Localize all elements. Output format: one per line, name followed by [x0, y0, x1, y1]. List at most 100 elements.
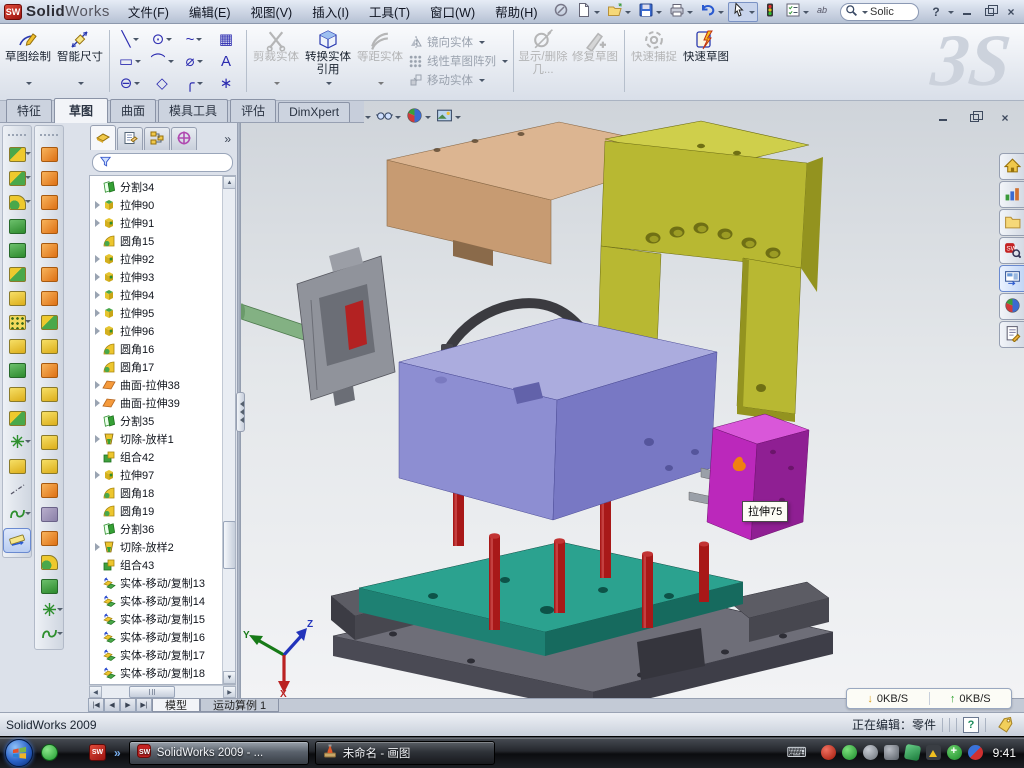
reference-plane-button[interactable] — [4, 456, 30, 477]
slot-tool-button[interactable]: ⊖ — [115, 72, 145, 94]
new-document-button[interactable] — [573, 2, 603, 22]
select-dropdown-arrow[interactable] — [749, 11, 755, 17]
line-dropdown-arrow[interactable] — [133, 38, 139, 44]
measure-button[interactable] — [3, 528, 31, 553]
tree-item[interactable]: 实体-移动/复制13 — [90, 574, 222, 592]
arc-tool-button[interactable]: ⌒ — [147, 50, 177, 72]
tree-item[interactable]: 切除-放样1 — [90, 430, 222, 448]
view-palette-tab[interactable] — [999, 265, 1024, 292]
scroll-left-button[interactable]: ◀ — [89, 686, 102, 698]
sketch-fillet-tool-button[interactable]: ╭ — [179, 72, 209, 94]
tab-曲面[interactable]: 曲面 — [110, 99, 156, 122]
tab-特征[interactable]: 特征 — [6, 99, 52, 122]
blocked-tray-icon[interactable] — [968, 745, 983, 760]
sketch-button[interactable]: 草图绘制 — [2, 26, 54, 96]
tree-item[interactable]: 拉伸95 — [90, 304, 222, 322]
task-button-2[interactable]: 未命名 - 画图 — [315, 741, 495, 765]
menu-item-4[interactable]: 插入(I) — [302, 0, 359, 23]
scroll-up-button[interactable]: ▲ — [223, 176, 236, 189]
move-copy-body-button[interactable] — [4, 408, 30, 429]
tree-item[interactable]: 曲面-拉伸39 — [90, 394, 222, 412]
tree-item[interactable]: 圆角17 — [90, 358, 222, 376]
expand-arrow[interactable] — [93, 309, 102, 317]
slot-dropdown-arrow[interactable] — [134, 82, 140, 88]
open-button[interactable] — [604, 2, 634, 22]
hide-show-items-dropdown-arrow[interactable] — [395, 116, 401, 122]
lofted-surface-button[interactable] — [36, 216, 62, 237]
replace-face-button[interactable] — [36, 408, 62, 429]
app-restore-button[interactable] — [980, 4, 998, 19]
extruded-boss-base-dropdown-arrow[interactable] — [25, 152, 31, 158]
untrim-surface-button[interactable] — [36, 456, 62, 477]
tree-item[interactable]: 分割34 — [90, 178, 222, 196]
menu-item-6[interactable]: 窗口(W) — [420, 0, 485, 23]
file-explorer-tab[interactable] — [999, 209, 1024, 236]
expand-arrow[interactable] — [93, 255, 102, 263]
sketch-dropdown[interactable] — [26, 82, 32, 88]
model-tab-运动算例 1[interactable]: 运动算例 1 — [200, 699, 279, 712]
task-button-1[interactable]: SWSolidWorks 2009 - ... — [129, 741, 309, 765]
panel-overflow-button[interactable]: » — [224, 132, 235, 150]
surface-curves-dropdown-arrow[interactable] — [57, 608, 63, 614]
mold-assembly-model[interactable]: Y Z X — [241, 101, 1024, 698]
slide-unit[interactable] — [241, 247, 395, 406]
tree-item[interactable]: 拉伸92 — [90, 250, 222, 268]
linear-pattern-dropdown-arrow[interactable] — [25, 320, 31, 326]
extend-surface-button[interactable] — [36, 432, 62, 453]
apply-scene-button[interactable] — [435, 106, 462, 128]
surface-flatten-button[interactable] — [36, 528, 62, 549]
quick-launch-overflow[interactable]: » — [114, 746, 121, 760]
tab-DimXpert[interactable]: DimXpert — [278, 102, 350, 122]
tree-item[interactable]: 组合42 — [90, 448, 222, 466]
smart-dimension-button[interactable]: 智能尺寸 — [54, 26, 106, 96]
helix-spiral-dropdown-arrow[interactable] — [25, 512, 31, 518]
app-minimize-button[interactable] — [958, 4, 976, 19]
configuration-manager-tab[interactable] — [144, 127, 170, 150]
转换实体引用-button[interactable]: 转换实体引用 — [302, 26, 354, 96]
lofted-boss-button[interactable] — [4, 240, 30, 261]
dome-button[interactable] — [36, 576, 62, 597]
smart-dimension-dropdown[interactable] — [78, 82, 84, 88]
help-button[interactable]: ? — [927, 4, 945, 19]
options-button[interactable] — [782, 2, 812, 22]
health-tray-icon[interactable] — [947, 745, 962, 760]
solidworks-resources-tab[interactable] — [999, 153, 1024, 180]
draft-button[interactable] — [4, 360, 30, 381]
new-document-dropdown-arrow[interactable] — [594, 11, 600, 17]
volume-tray-icon[interactable] — [884, 745, 899, 760]
text-tool-button[interactable]: A — [211, 50, 241, 72]
safety-center-quicklaunch-icon[interactable] — [65, 744, 82, 761]
box-select-tool-button[interactable]: ▦ — [211, 28, 241, 50]
hole-wizard-button[interactable] — [4, 288, 30, 309]
antivirus-red-tray-icon[interactable] — [821, 745, 836, 760]
point-tool-button[interactable]: ∗ — [211, 72, 241, 94]
tree-item[interactable]: 曲面-拉伸38 — [90, 376, 222, 394]
model-tab-模型[interactable]: 模型 — [152, 699, 200, 712]
network-speed-widget[interactable]: ↓ 0KB/S ↑ 0KB/S — [846, 688, 1012, 709]
expand-arrow[interactable] — [93, 273, 102, 281]
tree-item[interactable]: 拉伸90 — [90, 196, 222, 214]
tree-item[interactable]: 实体-移动/复制14 — [90, 592, 222, 610]
expand-arrow[interactable] — [93, 201, 102, 209]
sheet-nav-3[interactable]: ▶ — [120, 699, 136, 712]
search-scope-dropdown[interactable] — [862, 11, 868, 17]
save-dropdown-arrow[interactable] — [656, 11, 662, 17]
expand-arrow[interactable] — [93, 219, 102, 227]
save-button[interactable] — [635, 2, 665, 22]
sketch-fillet-dropdown-arrow[interactable] — [197, 82, 203, 88]
rib-button[interactable] — [4, 336, 30, 357]
ellipse-tool-button[interactable]: ⌀ — [179, 50, 209, 72]
tree-item[interactable]: 实体-移动/复制18 — [90, 664, 222, 682]
warning-tray-icon[interactable] — [926, 745, 941, 760]
tree-item[interactable]: 拉伸96 — [90, 322, 222, 340]
doc-close-button[interactable]: × — [996, 110, 1014, 125]
knit-surface-button[interactable] — [36, 360, 62, 381]
menu-item-1[interactable]: 文件(F) — [118, 0, 179, 23]
freeform-surface-button[interactable] — [36, 312, 62, 333]
revolved-surface-button[interactable] — [36, 168, 62, 189]
menu-item-2[interactable]: 编辑(E) — [179, 0, 241, 23]
doc-minimize-button[interactable] — [934, 110, 952, 125]
appearances-scenes-tab[interactable] — [999, 293, 1024, 320]
rectangle-dropdown-arrow[interactable] — [135, 60, 141, 66]
extruded-surface-button[interactable] — [36, 192, 62, 213]
